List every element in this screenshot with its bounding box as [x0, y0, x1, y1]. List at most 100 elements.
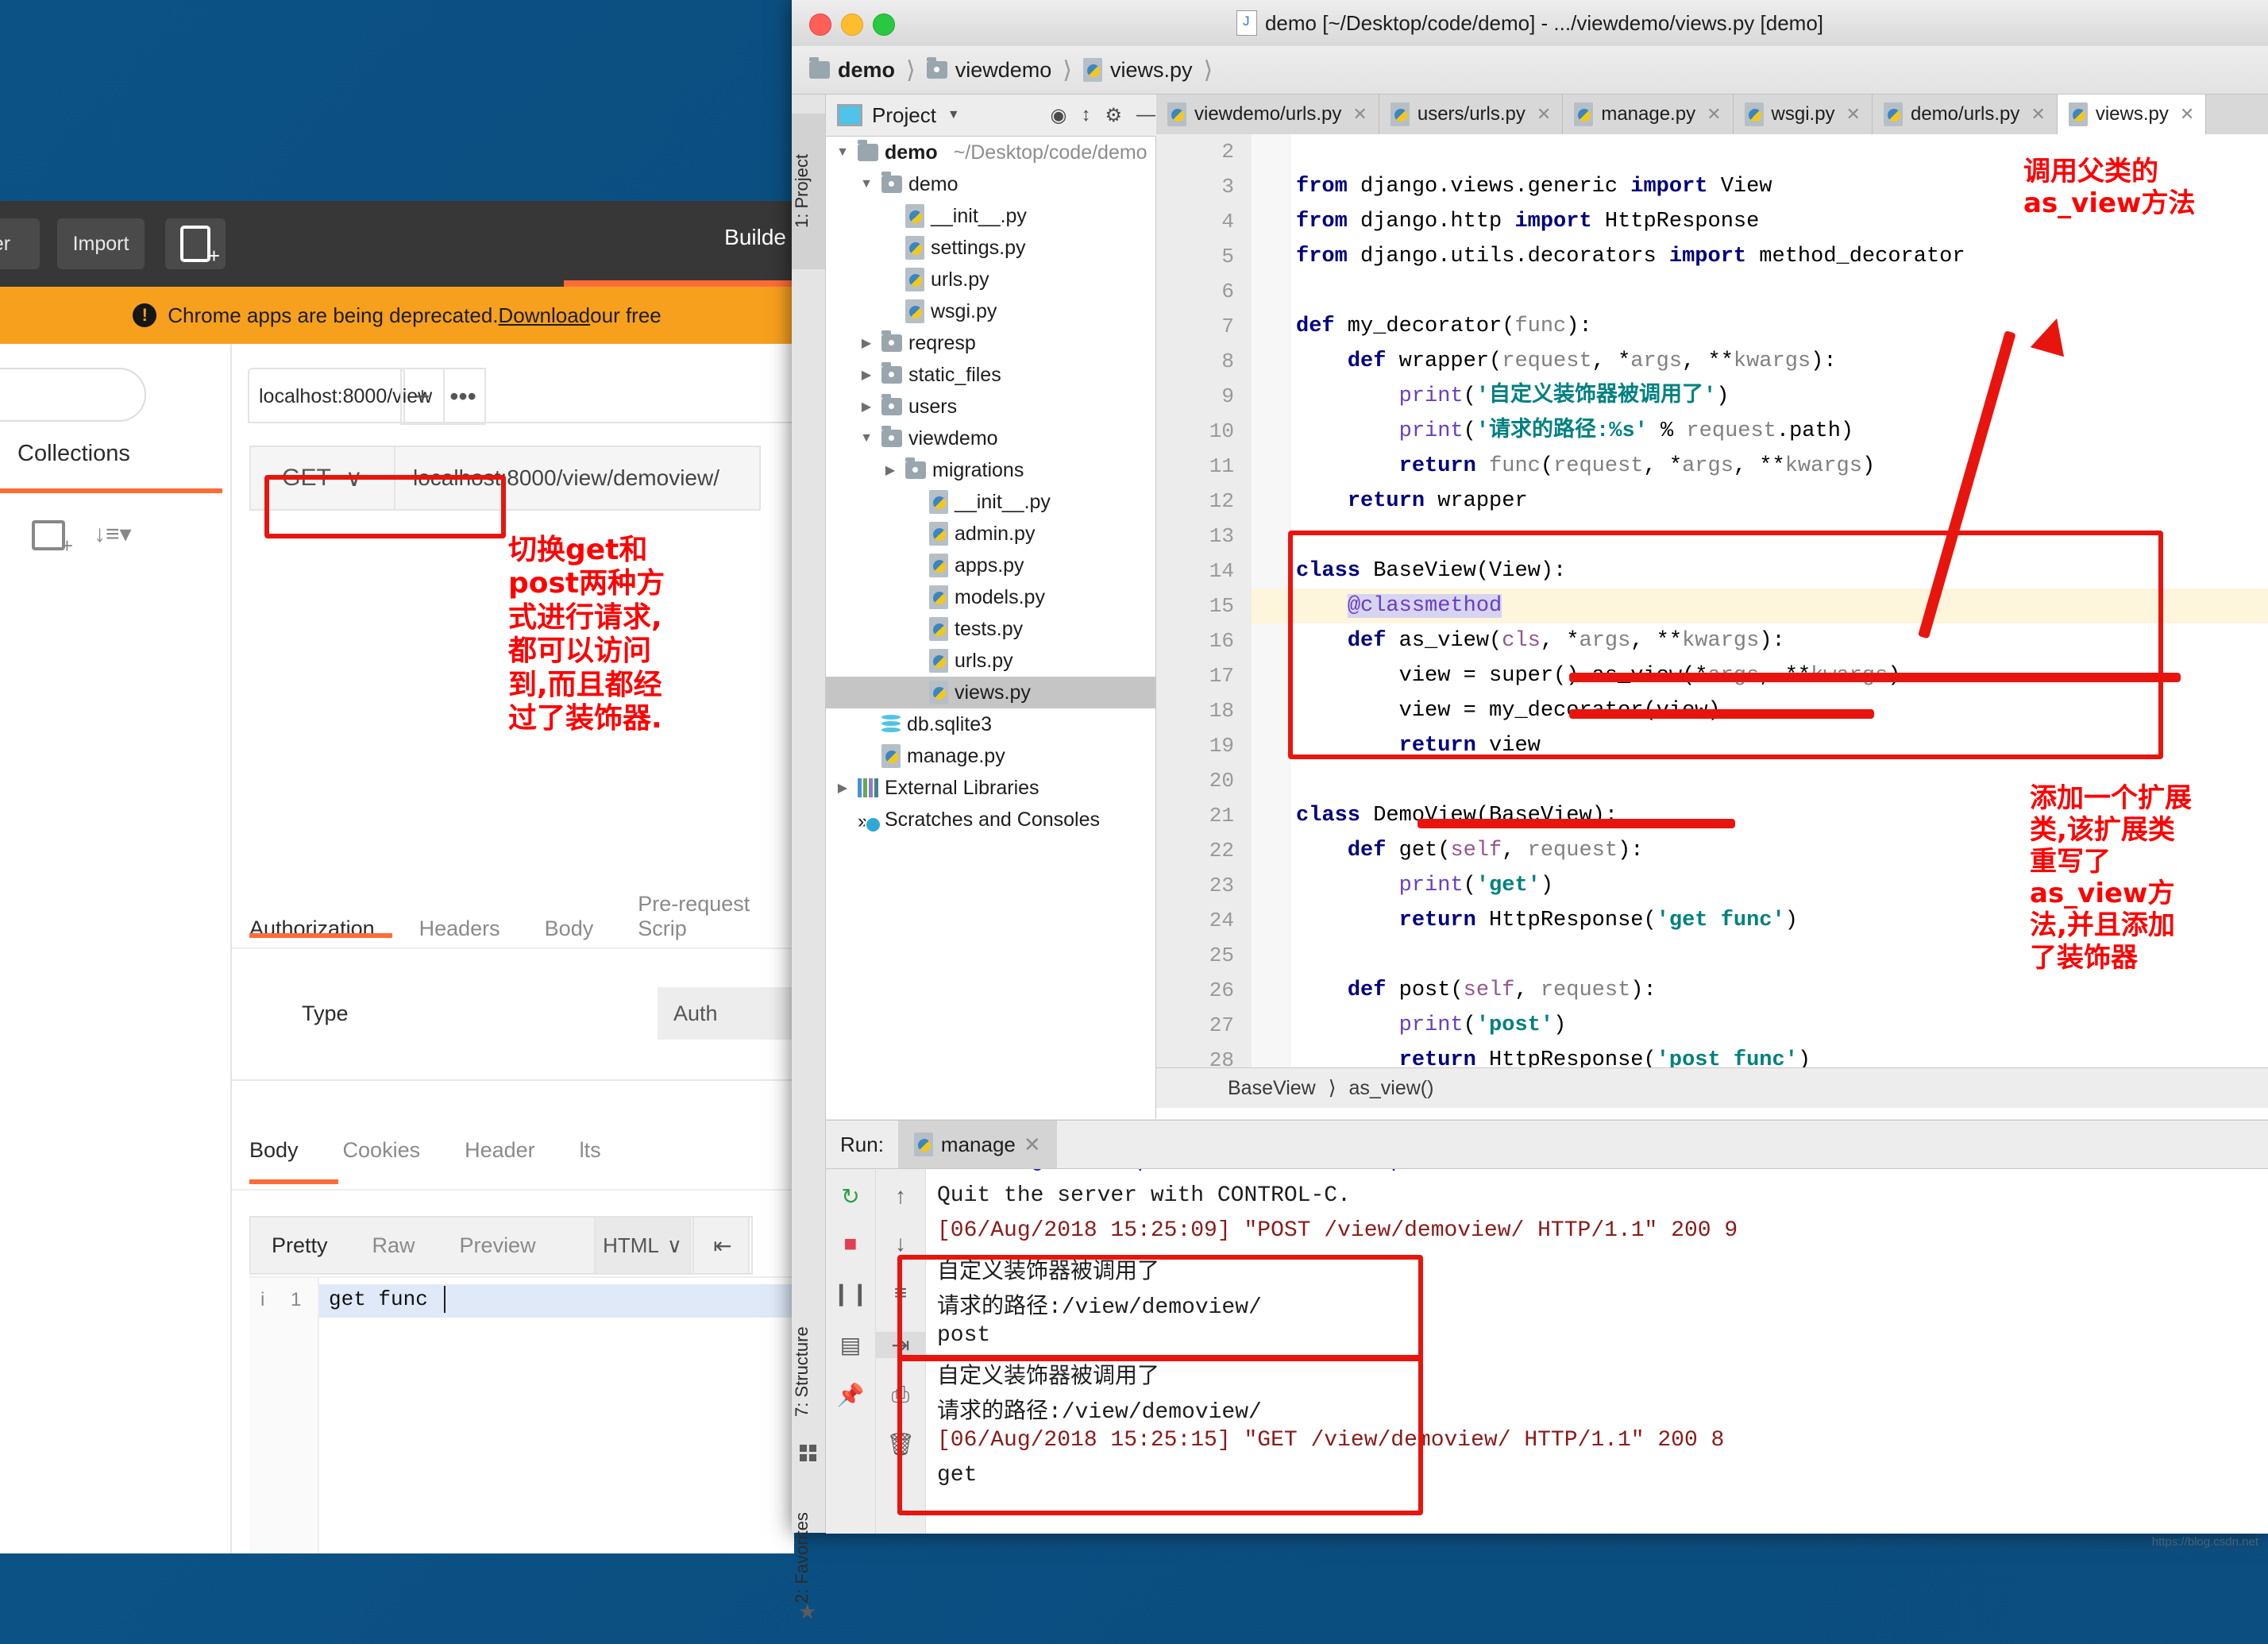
code-line-7[interactable]: 7 def my_decorator(func): — [1156, 309, 2268, 344]
tree-item-external-libraries[interactable]: ▶ External Libraries — [826, 772, 1155, 804]
tree-item-manage-py[interactable]: manage.py — [826, 740, 1155, 772]
title-bar[interactable]: demo [~/Desktop/code/demo] - .../viewdem… — [792, 0, 2268, 47]
collapse-arrow-icon[interactable]: ▶ — [858, 335, 875, 351]
editor-tab-bar[interactable]: viewdemo/urls.py ✕ users/urls.py ✕ manage.py… — [1156, 95, 2268, 134]
expand-arrow-icon[interactable]: ▼ — [834, 145, 851, 160]
settings-gear-icon[interactable]: ⚙ — [1105, 104, 1122, 127]
up-arrow-icon[interactable]: ↑ — [876, 1183, 925, 1209]
format-select[interactable]: HTML ∨ — [594, 1216, 691, 1275]
close-icon[interactable]: ✕ — [1024, 1133, 1041, 1157]
postman-window[interactable]: ner Import Builde ! Chrome apps are bein… — [0, 201, 794, 1553]
tree-item-scratches-and-consoles[interactable]: » Scratches and Consoles — [826, 804, 1155, 836]
tree-item-static-files[interactable]: ▶ static_files — [826, 359, 1155, 391]
tree-item-users[interactable]: ▶ users — [826, 391, 1155, 423]
code-line-11[interactable]: 11 return func(request, *args, **kwargs) — [1156, 449, 2268, 484]
code-line-19[interactable]: 19 return view — [1156, 728, 2268, 763]
download-link[interactable]: Download — [499, 303, 591, 328]
tree-item-views-py[interactable]: views.py — [826, 677, 1155, 708]
chevron-down-icon[interactable]: ▼ — [947, 108, 960, 122]
tree-item-viewdemo[interactable]: ▼ viewdemo — [826, 423, 1155, 454]
tree-item-wsgi-py[interactable]: wsgi.py — [826, 295, 1155, 327]
expand-arrow-icon[interactable]: ▼ — [858, 177, 875, 191]
breadcrumb-item-demo[interactable]: demo — [809, 57, 895, 83]
code-line-9[interactable]: 9 print('自定义装饰器被调用了') — [1156, 379, 2268, 414]
editor-tab-viewdemo-urls-py[interactable]: viewdemo/urls.py ✕ — [1156, 95, 1379, 134]
stop-icon[interactable]: ■ — [826, 1231, 875, 1256]
down-arrow-icon[interactable]: ↓ — [876, 1231, 925, 1256]
code-line-6[interactable]: 6 — [1156, 274, 2268, 309]
code-line-12[interactable]: 12 return wrapper — [1156, 484, 2268, 519]
code-line-26[interactable]: 26 def post(self, request): — [1156, 973, 2268, 1008]
view-mode-raw[interactable]: Raw — [372, 1233, 415, 1258]
tab-response-headers[interactable]: Header — [465, 1138, 535, 1163]
tree-item-demo[interactable]: ▼ demo ~/Desktop/code/demo — [826, 137, 1155, 168]
project-tree[interactable]: ▼ demo ~/Desktop/code/demo ▼ demo __init__.py… — [826, 137, 1155, 1119]
tree-item--init-py[interactable]: __init__.py — [826, 486, 1155, 518]
tab-options-button[interactable]: ••• — [442, 368, 486, 425]
pin-icon[interactable]: 📌 — [826, 1382, 875, 1408]
tree-item--init-py[interactable]: __init__.py — [826, 200, 1155, 232]
close-icon[interactable]: ✕ — [1846, 104, 1861, 125]
pause-icon[interactable]: ❙❙ — [826, 1280, 875, 1306]
new-tab-button[interactable] — [165, 218, 226, 269]
code-line-14[interactable]: 14 class BaseView(View): — [1156, 554, 2268, 589]
code-line-15[interactable]: 15 @classmethod — [1156, 589, 2268, 623]
tab-cookies[interactable]: Cookies — [343, 1138, 421, 1163]
view-mode-pretty[interactable]: Pretty — [272, 1233, 328, 1258]
rerun-icon[interactable]: ↻ — [826, 1183, 875, 1210]
editor-tab-demo-urls-py[interactable]: demo/urls.py ✕ — [1872, 95, 2058, 134]
url-bar[interactable]: GET ∨ localhost:8000/view/demoview/ — [249, 446, 761, 511]
tool-window-structure[interactable]: 7: Structure — [792, 1286, 825, 1457]
run-console[interactable]: Starting development server at http://12… — [926, 1169, 2268, 1534]
tree-item-admin-py[interactable]: admin.py — [826, 518, 1155, 550]
close-icon[interactable]: ✕ — [1707, 104, 1721, 125]
tool-window-project[interactable]: 1: Project — [792, 114, 825, 269]
editor-breadcrumb-class[interactable]: BaseView — [1228, 1077, 1316, 1100]
tree-item-demo[interactable]: ▼ demo — [826, 168, 1155, 200]
runner-button[interactable]: ner — [0, 218, 40, 269]
view-mode-preview[interactable]: Preview — [460, 1233, 536, 1258]
code-line-16[interactable]: 16 def as_view(cls, *args, **kwargs): — [1156, 623, 2268, 658]
layout-icon[interactable]: ▤ — [826, 1332, 875, 1358]
wrap-lines-icon[interactable]: ⇤ — [692, 1216, 753, 1275]
tree-item-tests-py[interactable]: tests.py — [826, 613, 1155, 645]
print-icon[interactable]: ⎙ — [876, 1382, 925, 1408]
collapse-arrow-icon[interactable]: ▶ — [858, 367, 875, 383]
tab-response-body[interactable]: Body — [249, 1138, 299, 1163]
close-icon[interactable]: ✕ — [1537, 104, 1551, 125]
console-line[interactable]: Starting development server at http://12… — [937, 1169, 1645, 1173]
close-icon[interactable]: ✕ — [2180, 104, 2194, 125]
hide-icon[interactable]: — — [1136, 104, 1155, 126]
code-line-27[interactable]: 27 print('post') — [1156, 1008, 2268, 1043]
breadcrumb-item-views[interactable]: views.py — [1083, 58, 1193, 83]
response-body-viewer[interactable]: i 1 get func — [249, 1276, 794, 1553]
editor-tab-manage-py[interactable]: manage.py ✕ — [1563, 95, 1734, 134]
tab-pre-request-script[interactable]: Pre-request Scrip — [638, 892, 794, 941]
code-line-5[interactable]: 5 from django.utils.decorators import met… — [1156, 239, 2268, 274]
soft-wrap-icon[interactable]: ≡ — [876, 1280, 925, 1306]
method-select[interactable]: GET ∨ — [251, 447, 395, 509]
tree-item-settings-py[interactable]: settings.py — [826, 232, 1155, 264]
editor-tab-wsgi-py[interactable]: wsgi.py ✕ — [1733, 95, 1873, 134]
code-line-28[interactable]: 28 return HttpResponse('post func') — [1156, 1043, 2268, 1067]
sort-icon[interactable]: ↓≡▾ — [94, 520, 132, 548]
tab-headers[interactable]: Headers — [419, 917, 500, 941]
trash-icon[interactable]: 🗑 — [876, 1431, 925, 1457]
collapse-arrow-icon[interactable]: ▶ — [881, 462, 899, 478]
code-line-13[interactable]: 13 — [1156, 519, 2268, 554]
request-tab[interactable]: localhost:8000/view — [248, 368, 432, 423]
search-input[interactable] — [0, 368, 146, 422]
new-folder-icon[interactable] — [32, 520, 73, 558]
tab-collections[interactable]: Collections — [17, 441, 130, 467]
collapse-arrow-icon[interactable]: ▶ — [858, 399, 875, 415]
tab-test-results[interactable]: lts — [580, 1138, 601, 1163]
url-input[interactable]: localhost:8000/view/demoview/ — [395, 447, 759, 509]
collapse-arrow-icon[interactable]: ▶ — [834, 780, 851, 796]
locate-icon[interactable]: ◉ — [1051, 104, 1067, 127]
add-tab-button[interactable]: + — [400, 368, 445, 425]
pycharm-window[interactable]: demo [~/Desktop/code/demo] - .../viewdem… — [792, 0, 2268, 1623]
tree-item-migrations[interactable]: ▶ migrations — [826, 454, 1155, 486]
tree-item-db-sqlite3[interactable]: db.sqlite3 — [826, 708, 1155, 740]
breadcrumb-item-viewdemo[interactable]: viewdemo — [926, 57, 1051, 83]
close-icon[interactable]: ✕ — [2031, 104, 2045, 125]
